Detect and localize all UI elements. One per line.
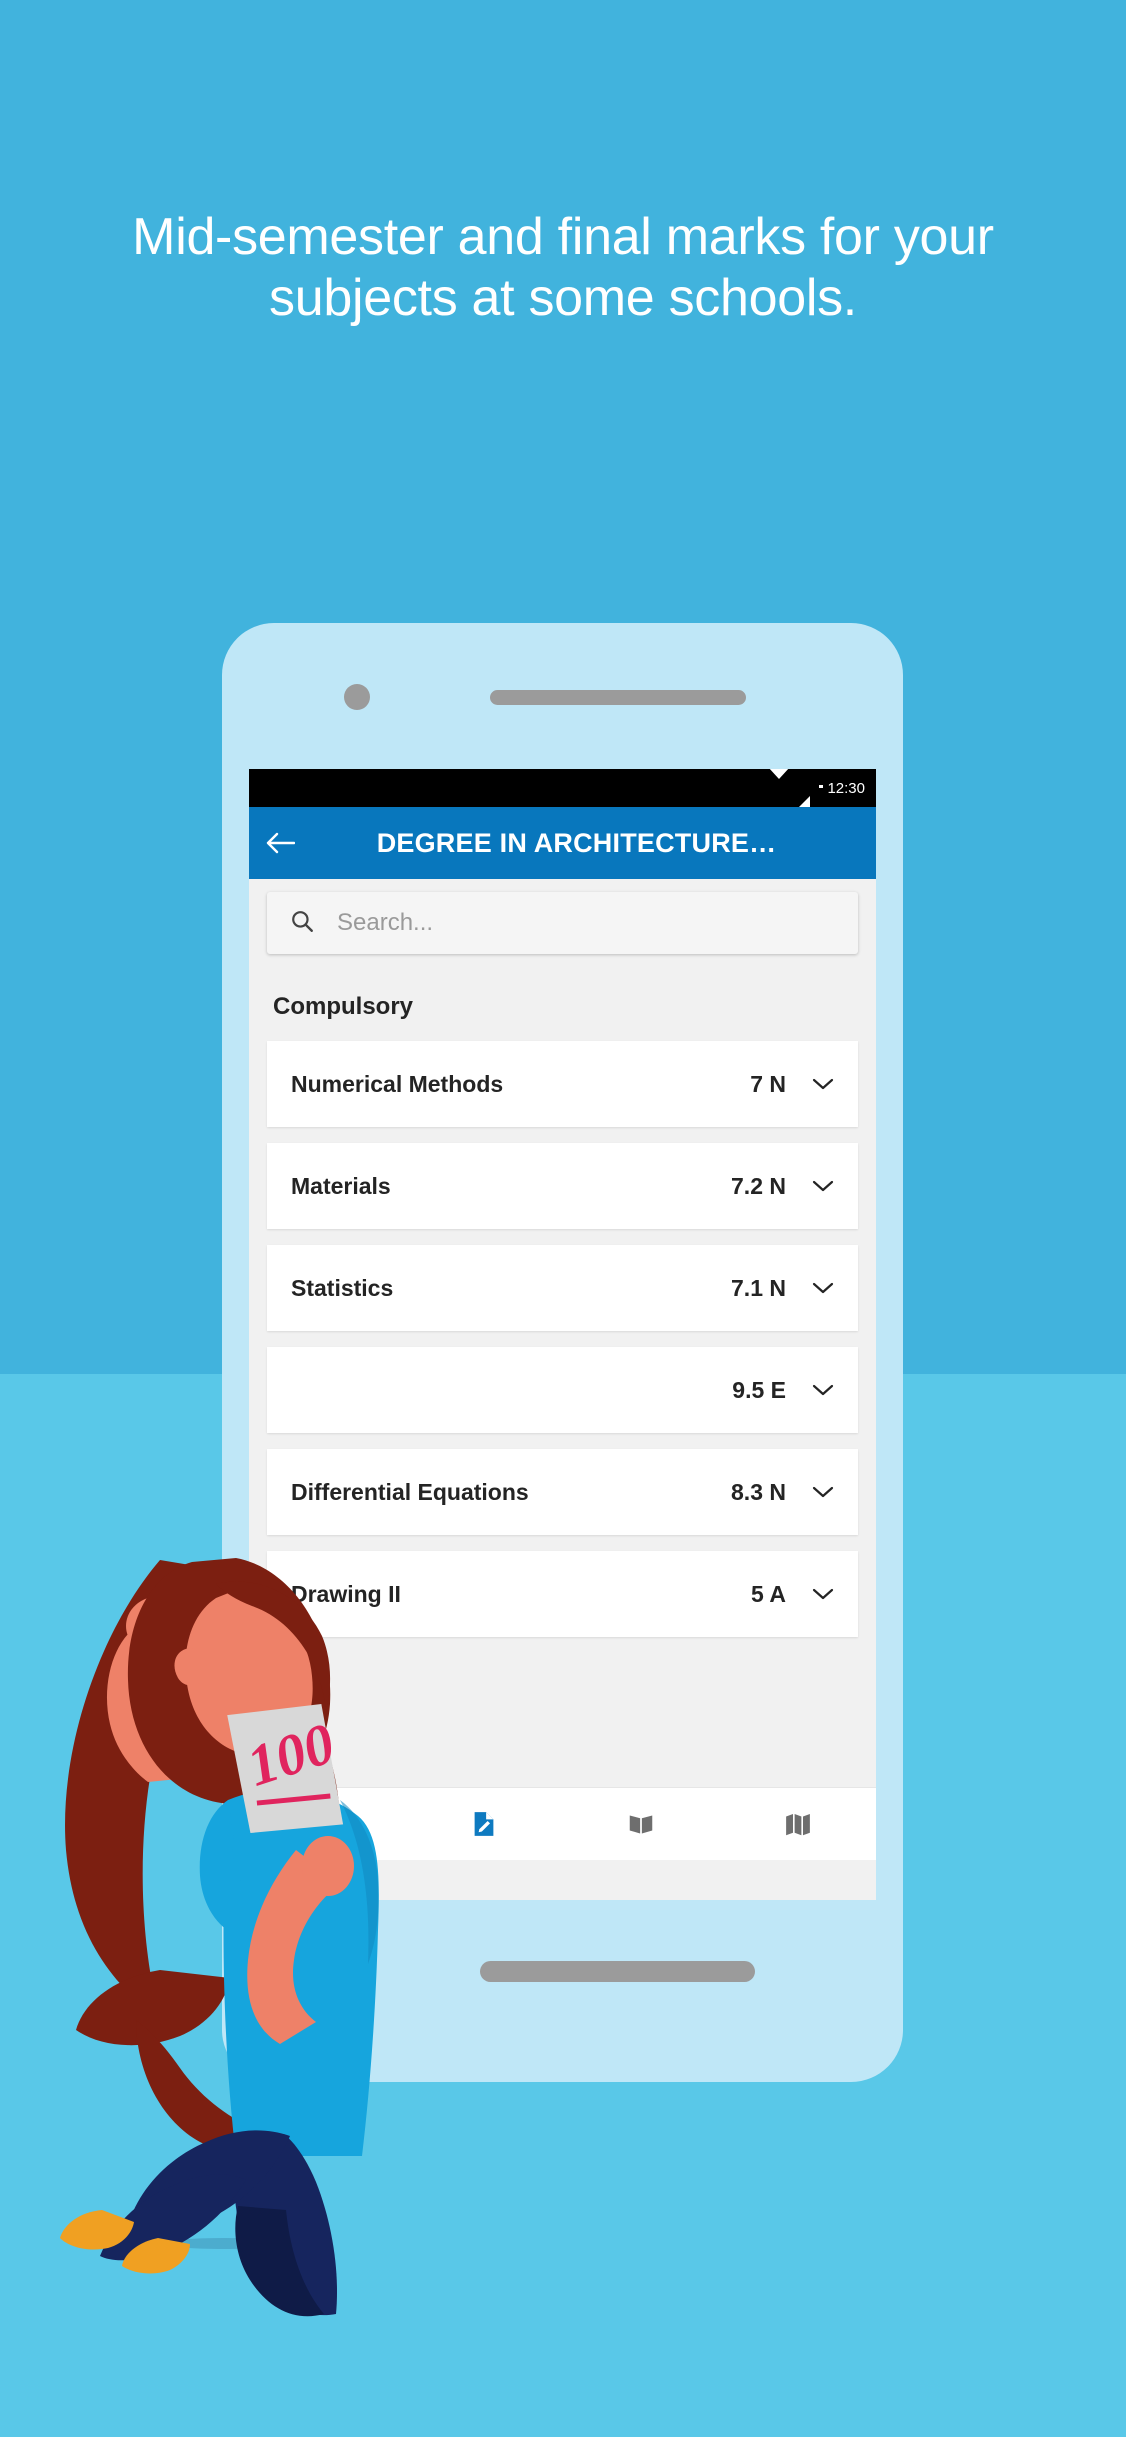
subject-name: Differential Equations	[291, 1478, 529, 1505]
subject-mark: 7 N	[750, 1070, 786, 1097]
table-row[interactable]: Drawing II 5 A	[267, 1551, 858, 1637]
nav-item-map[interactable]	[719, 1809, 876, 1839]
subject-mark: 9.5 E	[732, 1376, 786, 1403]
open-book-icon	[629, 1815, 653, 1834]
nav-item-calendar[interactable]	[249, 1809, 406, 1839]
calendar-icon	[316, 1812, 339, 1834]
search-icon	[289, 908, 315, 939]
signal-icon	[796, 779, 811, 810]
wifi-icon	[768, 769, 791, 797]
chevron-down-icon[interactable]	[812, 1481, 834, 1503]
app-bar: DEGREE IN ARCHITECTURE…	[249, 807, 876, 879]
subject-mark: 7.1 N	[731, 1274, 786, 1301]
chevron-down-icon[interactable]	[812, 1175, 834, 1197]
document-pencil-icon	[474, 1812, 494, 1836]
nav-item-subjects[interactable]	[563, 1809, 720, 1839]
section-header: Compulsory	[273, 993, 414, 1020]
nav-item-marks[interactable]	[406, 1809, 563, 1839]
status-bar: 12:30	[249, 769, 876, 810]
folded-map-icon	[785, 1814, 810, 1836]
phone-screen: 12:30 DEGREE IN ARCHITECTURE… Search... …	[249, 769, 876, 1900]
table-row[interactable]: Differential Equations 8.3 N	[267, 1449, 858, 1535]
search-container: Search...	[249, 879, 876, 967]
search-placeholder: Search...	[337, 909, 434, 936]
status-bar-time: 12:30	[827, 779, 865, 797]
table-row[interactable]: Numerical Methods 7 N	[267, 1041, 858, 1127]
camera-dot-icon	[344, 684, 370, 710]
back-arrow-icon[interactable]	[249, 831, 311, 855]
home-indicator-bar	[480, 1961, 755, 1982]
chevron-down-icon[interactable]	[812, 1277, 834, 1299]
search-input[interactable]: Search...	[267, 892, 858, 954]
subject-mark: 7.2 N	[731, 1172, 786, 1199]
phone-mockup: 12:30 DEGREE IN ARCHITECTURE… Search... …	[222, 623, 903, 2082]
ground-shadow	[164, 2238, 284, 2249]
chevron-down-icon[interactable]	[812, 1073, 834, 1095]
speaker-bar-icon	[490, 690, 746, 705]
bottom-navigation	[249, 1787, 876, 1860]
promo-headline: Mid-semester and final marks for your su…	[132, 208, 994, 328]
chevron-down-icon[interactable]	[812, 1583, 834, 1605]
table-row[interactable]: Materials 7.2 N	[267, 1143, 858, 1229]
subject-mark: 5 A	[751, 1580, 786, 1607]
subject-name: Materials	[291, 1172, 391, 1199]
subject-name: Statistics	[291, 1274, 394, 1301]
page-title: DEGREE IN ARCHITECTURE…	[376, 827, 777, 858]
table-row[interactable]: Statistics 7.1 N	[267, 1245, 858, 1331]
subject-list: Compulsory Numerical Methods 7 N Materia…	[249, 967, 876, 1797]
subject-name: Numerical Methods	[291, 1070, 504, 1097]
table-row[interactable]: 9.5 E	[267, 1347, 858, 1433]
subject-mark: 8.3 N	[731, 1478, 786, 1505]
subject-name: Drawing II	[291, 1580, 401, 1607]
chevron-down-icon[interactable]	[812, 1379, 834, 1401]
